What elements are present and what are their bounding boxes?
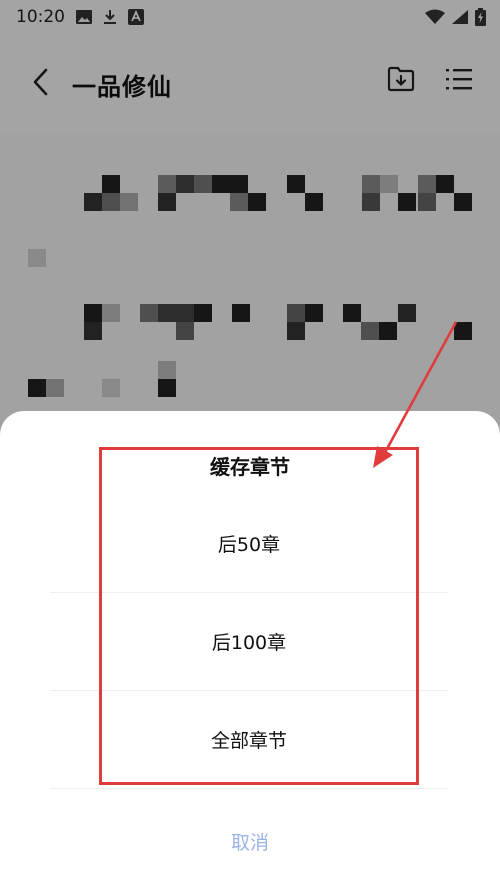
- option-last-100[interactable]: 后100章: [50, 593, 448, 691]
- cancel-button[interactable]: 取消: [150, 819, 350, 863]
- sheet-title: 缓存章节: [210, 455, 290, 479]
- option-last-50[interactable]: 后50章: [50, 495, 448, 593]
- cache-chapters-sheet: 缓存章节 后50章 后100章 全部章节 取消: [0, 411, 500, 889]
- option-all-chapters[interactable]: 全部章节: [50, 691, 448, 789]
